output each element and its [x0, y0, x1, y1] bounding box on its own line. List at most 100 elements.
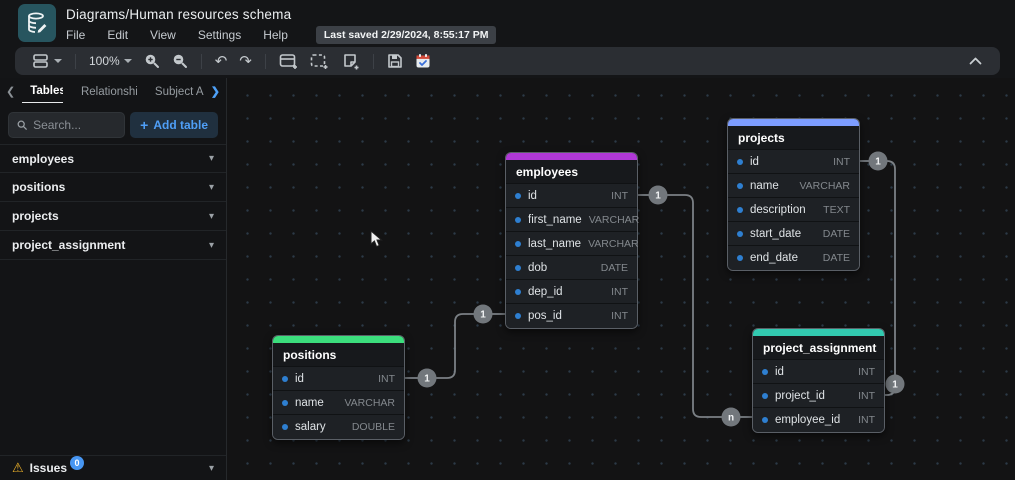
zoom-level-dropdown[interactable]: 100%: [83, 51, 138, 71]
menu-settings[interactable]: Settings: [198, 26, 241, 44]
field-row-id[interactable]: id INT: [273, 367, 404, 391]
field-name: last_name: [528, 237, 582, 250]
tab-subject-areas[interactable]: Subject Are: [147, 81, 204, 103]
field-dot-icon: [737, 158, 743, 165]
field-type: INT: [378, 372, 395, 385]
chevron-down-icon: [123, 59, 132, 63]
app-logo[interactable]: [18, 4, 56, 42]
search-input[interactable]: [33, 118, 117, 132]
sidebar-item-employees[interactable]: employees ▾: [0, 144, 226, 173]
field-row-description[interactable]: description TEXT: [728, 198, 859, 222]
entity-title: employees: [506, 160, 637, 184]
add-note-tool-button[interactable]: [335, 50, 366, 73]
field-row-id[interactable]: id INT: [728, 150, 859, 174]
header-text-block: Diagrams/Human resources schema File Edit…: [66, 4, 497, 44]
diagram-canvas[interactable]: 111n11 employees id INT first_name VARCHAR la…: [227, 78, 1015, 480]
field-dot-icon: [282, 399, 288, 406]
save-button[interactable]: [381, 50, 409, 72]
field-name: dep_id: [528, 285, 563, 298]
field-row-salary[interactable]: salary DOUBLE: [273, 415, 404, 439]
field-row-id[interactable]: id INT: [506, 184, 637, 208]
field-row-id[interactable]: id INT: [753, 360, 884, 384]
add-table-tool-button[interactable]: [273, 50, 304, 73]
menu-edit[interactable]: Edit: [107, 26, 128, 44]
zoom-out-button[interactable]: [166, 50, 194, 72]
relationship-line-positions.id-employees.pos_id[interactable]: [405, 313, 505, 379]
tabs-scroll-right-icon[interactable]: ❯: [209, 85, 222, 98]
add-table-button[interactable]: + Add table: [130, 112, 218, 138]
document-title: Diagrams/Human resources schema: [66, 7, 292, 22]
menu-view[interactable]: View: [150, 26, 176, 44]
field-name: id: [528, 189, 537, 202]
issues-label: Issues: [29, 461, 68, 475]
field-dot-icon: [282, 424, 288, 430]
field-row-dep_id[interactable]: dep_id INT: [506, 280, 637, 304]
sidebar-item-projects[interactable]: projects ▾: [0, 202, 226, 231]
entity-table-projects[interactable]: projects id INT name VARCHAR description TEXT s…: [727, 118, 860, 271]
undo-icon: ↶: [214, 52, 228, 70]
undo-button[interactable]: ↶: [209, 51, 234, 72]
field-row-start_date[interactable]: start_date DATE: [728, 222, 859, 246]
add-area-tool-button[interactable]: [304, 50, 335, 73]
last-saved-badge: Last saved 2/29/2024, 8:55:17 PM: [315, 26, 497, 44]
search-box[interactable]: [8, 112, 126, 138]
chevron-down-icon: [54, 59, 62, 63]
cardinality-label: 1: [655, 191, 661, 202]
field-row-first_name[interactable]: first_name VARCHAR: [506, 208, 640, 232]
field-row-last_name[interactable]: last_name VARCHAR: [506, 232, 639, 256]
field-type: INT: [833, 155, 850, 168]
entity-title: project_assignment: [753, 336, 884, 360]
diagram-list-button[interactable]: [27, 51, 68, 71]
field-type: DOUBLE: [351, 421, 395, 433]
zoom-in-button[interactable]: [138, 50, 166, 72]
field-name: id: [775, 365, 784, 378]
entity-accent-bar: [728, 119, 859, 126]
field-type: VARCHAR: [588, 237, 639, 250]
main-body: ❮ Tables Relationships Subject Are ❯ + A…: [0, 78, 1015, 480]
field-dot-icon: [737, 206, 743, 213]
search-icon: [17, 120, 27, 130]
sidebar-search-row: + Add table: [0, 105, 226, 144]
field-row-dob[interactable]: dob DATE: [506, 256, 637, 280]
field-dot-icon: [737, 230, 743, 237]
field-row-end_date[interactable]: end_date DATE: [728, 246, 859, 270]
sidebar-item-label: project_assignment: [12, 238, 126, 252]
field-type: VARCHAR: [588, 213, 640, 226]
collapse-header-button[interactable]: [963, 54, 988, 68]
tab-tables[interactable]: Tables: [22, 80, 63, 103]
entity-table-employees[interactable]: employees id INT first_name VARCHAR last_name…: [505, 152, 640, 329]
issues-panel-toggle[interactable]: ⚠ Issues 0 ▾: [0, 455, 226, 480]
tab-relationships[interactable]: Relationships: [73, 81, 137, 103]
field-type: INT: [611, 189, 628, 202]
toolbar-divider: [372, 53, 374, 69]
field-type: DATE: [600, 261, 628, 274]
sidebar: ❮ Tables Relationships Subject Are ❯ + A…: [0, 78, 227, 480]
field-name: pos_id: [528, 310, 562, 322]
zoom-level-value: 100%: [89, 54, 120, 68]
field-row-name[interactable]: name VARCHAR: [728, 174, 859, 198]
cardinality-label: 1: [480, 310, 486, 321]
field-row-name[interactable]: name VARCHAR: [273, 391, 404, 415]
entity-table-positions[interactable]: positions id INT name VARCHAR salary DOUBLE: [272, 335, 405, 440]
redo-button[interactable]: ↷: [233, 51, 258, 72]
tabs-scroll-left-icon[interactable]: ❮: [4, 85, 17, 98]
entity-title: projects: [728, 126, 859, 150]
zoom-out-icon: [173, 54, 187, 68]
entity-table-project_assignment[interactable]: project_assignment id INT project_id INT empl…: [752, 328, 885, 433]
sidebar-item-positions[interactable]: positions ▾: [0, 173, 226, 202]
field-type: VARCHAR: [344, 396, 395, 409]
field-row-employee_id[interactable]: employee_id INT: [753, 408, 884, 432]
sidebar-table-list: employees ▾ positions ▾ projects ▾ project_ass…: [0, 144, 226, 260]
menu-help[interactable]: Help: [263, 26, 288, 44]
todo-button[interactable]: [409, 50, 437, 72]
sidebar-item-project_assignment[interactable]: project_assignment ▾: [0, 231, 226, 260]
field-type: INT: [611, 285, 628, 298]
menu-file[interactable]: File: [66, 26, 85, 44]
field-row-project_id[interactable]: project_id INT: [753, 384, 884, 408]
chevron-up-icon: [969, 57, 982, 65]
field-name: end_date: [750, 252, 798, 264]
field-row-pos_id[interactable]: pos_id INT: [506, 304, 637, 328]
redo-icon: ↷: [239, 52, 252, 70]
field-dot-icon: [515, 240, 521, 247]
